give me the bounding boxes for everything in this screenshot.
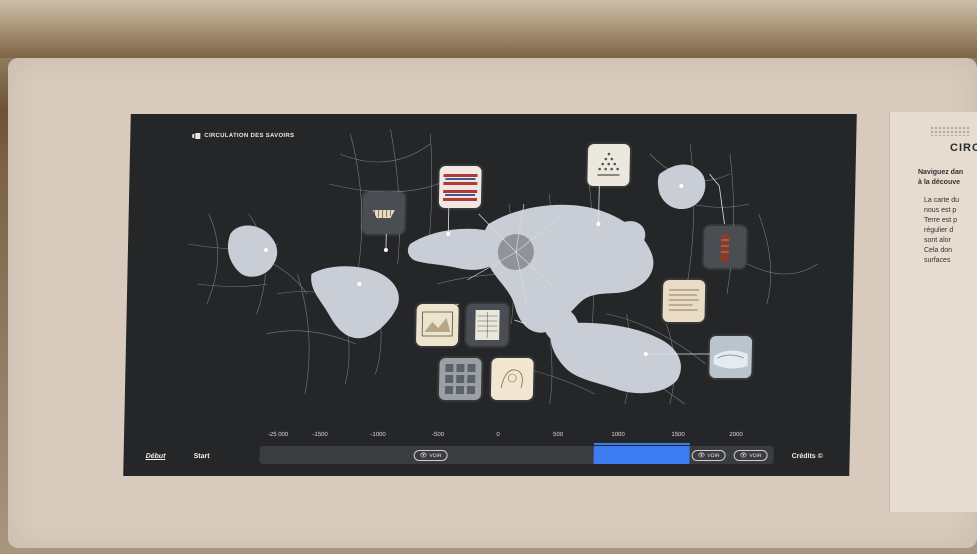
timeline-tick: 500 (552, 432, 564, 438)
artifact-thumb-document[interactable] (465, 304, 509, 346)
timeline-tick: -1000 (370, 432, 386, 438)
voir-label: VOIR (429, 452, 442, 459)
voir-label: VOIR (707, 452, 720, 459)
app-title: CIRCULATION DES SAVOIRS (204, 133, 295, 139)
timeline-tick: 0 (496, 432, 500, 438)
artifact-thumb-tablet[interactable] (438, 358, 482, 400)
furniture-top (0, 0, 977, 58)
eye-icon: 👁 (419, 453, 428, 459)
artifact-thumb-manuscript[interactable] (662, 280, 706, 322)
world-map[interactable] (123, 114, 857, 476)
info-panel-text: La carte du nous est p Terre est p régul… (924, 197, 960, 264)
artifact-thumb-comb[interactable] (362, 192, 406, 234)
grid-icon (192, 132, 201, 140)
timeline: -25 000 -1500 -1000 -500 0 500 1000 1500… (123, 428, 850, 476)
artifact-thumb-scroll[interactable] (703, 226, 747, 268)
braille-dots (930, 126, 970, 136)
info-panel-subtitle: Naviguez dan à la découve (918, 169, 964, 186)
timeline-selected-range[interactable] (593, 446, 690, 464)
eye-icon: 👁 (739, 453, 748, 459)
artifact-thumb-stone[interactable] (709, 336, 753, 378)
timeline-tick: 2000 (729, 432, 743, 438)
start-link[interactable]: Start (194, 453, 210, 460)
timeline-tick: 1000 (611, 432, 625, 438)
timeline-tick: 1500 (671, 432, 685, 438)
artifact-thumb-triangle[interactable] (587, 144, 631, 186)
touch-screen: CIRCULATION DES SAVOIRS -25 000 -1500 -1… (123, 114, 857, 476)
timeline-range-handle[interactable] (593, 443, 690, 445)
timeline-tick: -1500 (312, 432, 328, 438)
artifact-thumb-engraving[interactable] (415, 304, 459, 346)
voir-button[interactable]: 👁 VOIR (413, 450, 448, 461)
debut-link[interactable]: Début (146, 453, 166, 460)
timeline-tick: -500 (431, 432, 445, 438)
voir-button[interactable]: 👁 VOIR (733, 450, 768, 461)
artifact-thumb-drawing[interactable] (490, 358, 534, 400)
voir-label: VOIR (749, 452, 762, 459)
voir-button[interactable]: 👁 VOIR (691, 450, 726, 461)
info-panel: CIRC Naviguez dan à la découve La carte … (889, 112, 977, 512)
timeline-tick: -25 000 (267, 432, 289, 438)
eye-icon: 👁 (697, 453, 706, 459)
artifact-thumb-textile[interactable] (438, 166, 482, 208)
info-panel-title: CIRC (950, 142, 977, 154)
credits-link[interactable]: Crédits © (792, 453, 823, 460)
